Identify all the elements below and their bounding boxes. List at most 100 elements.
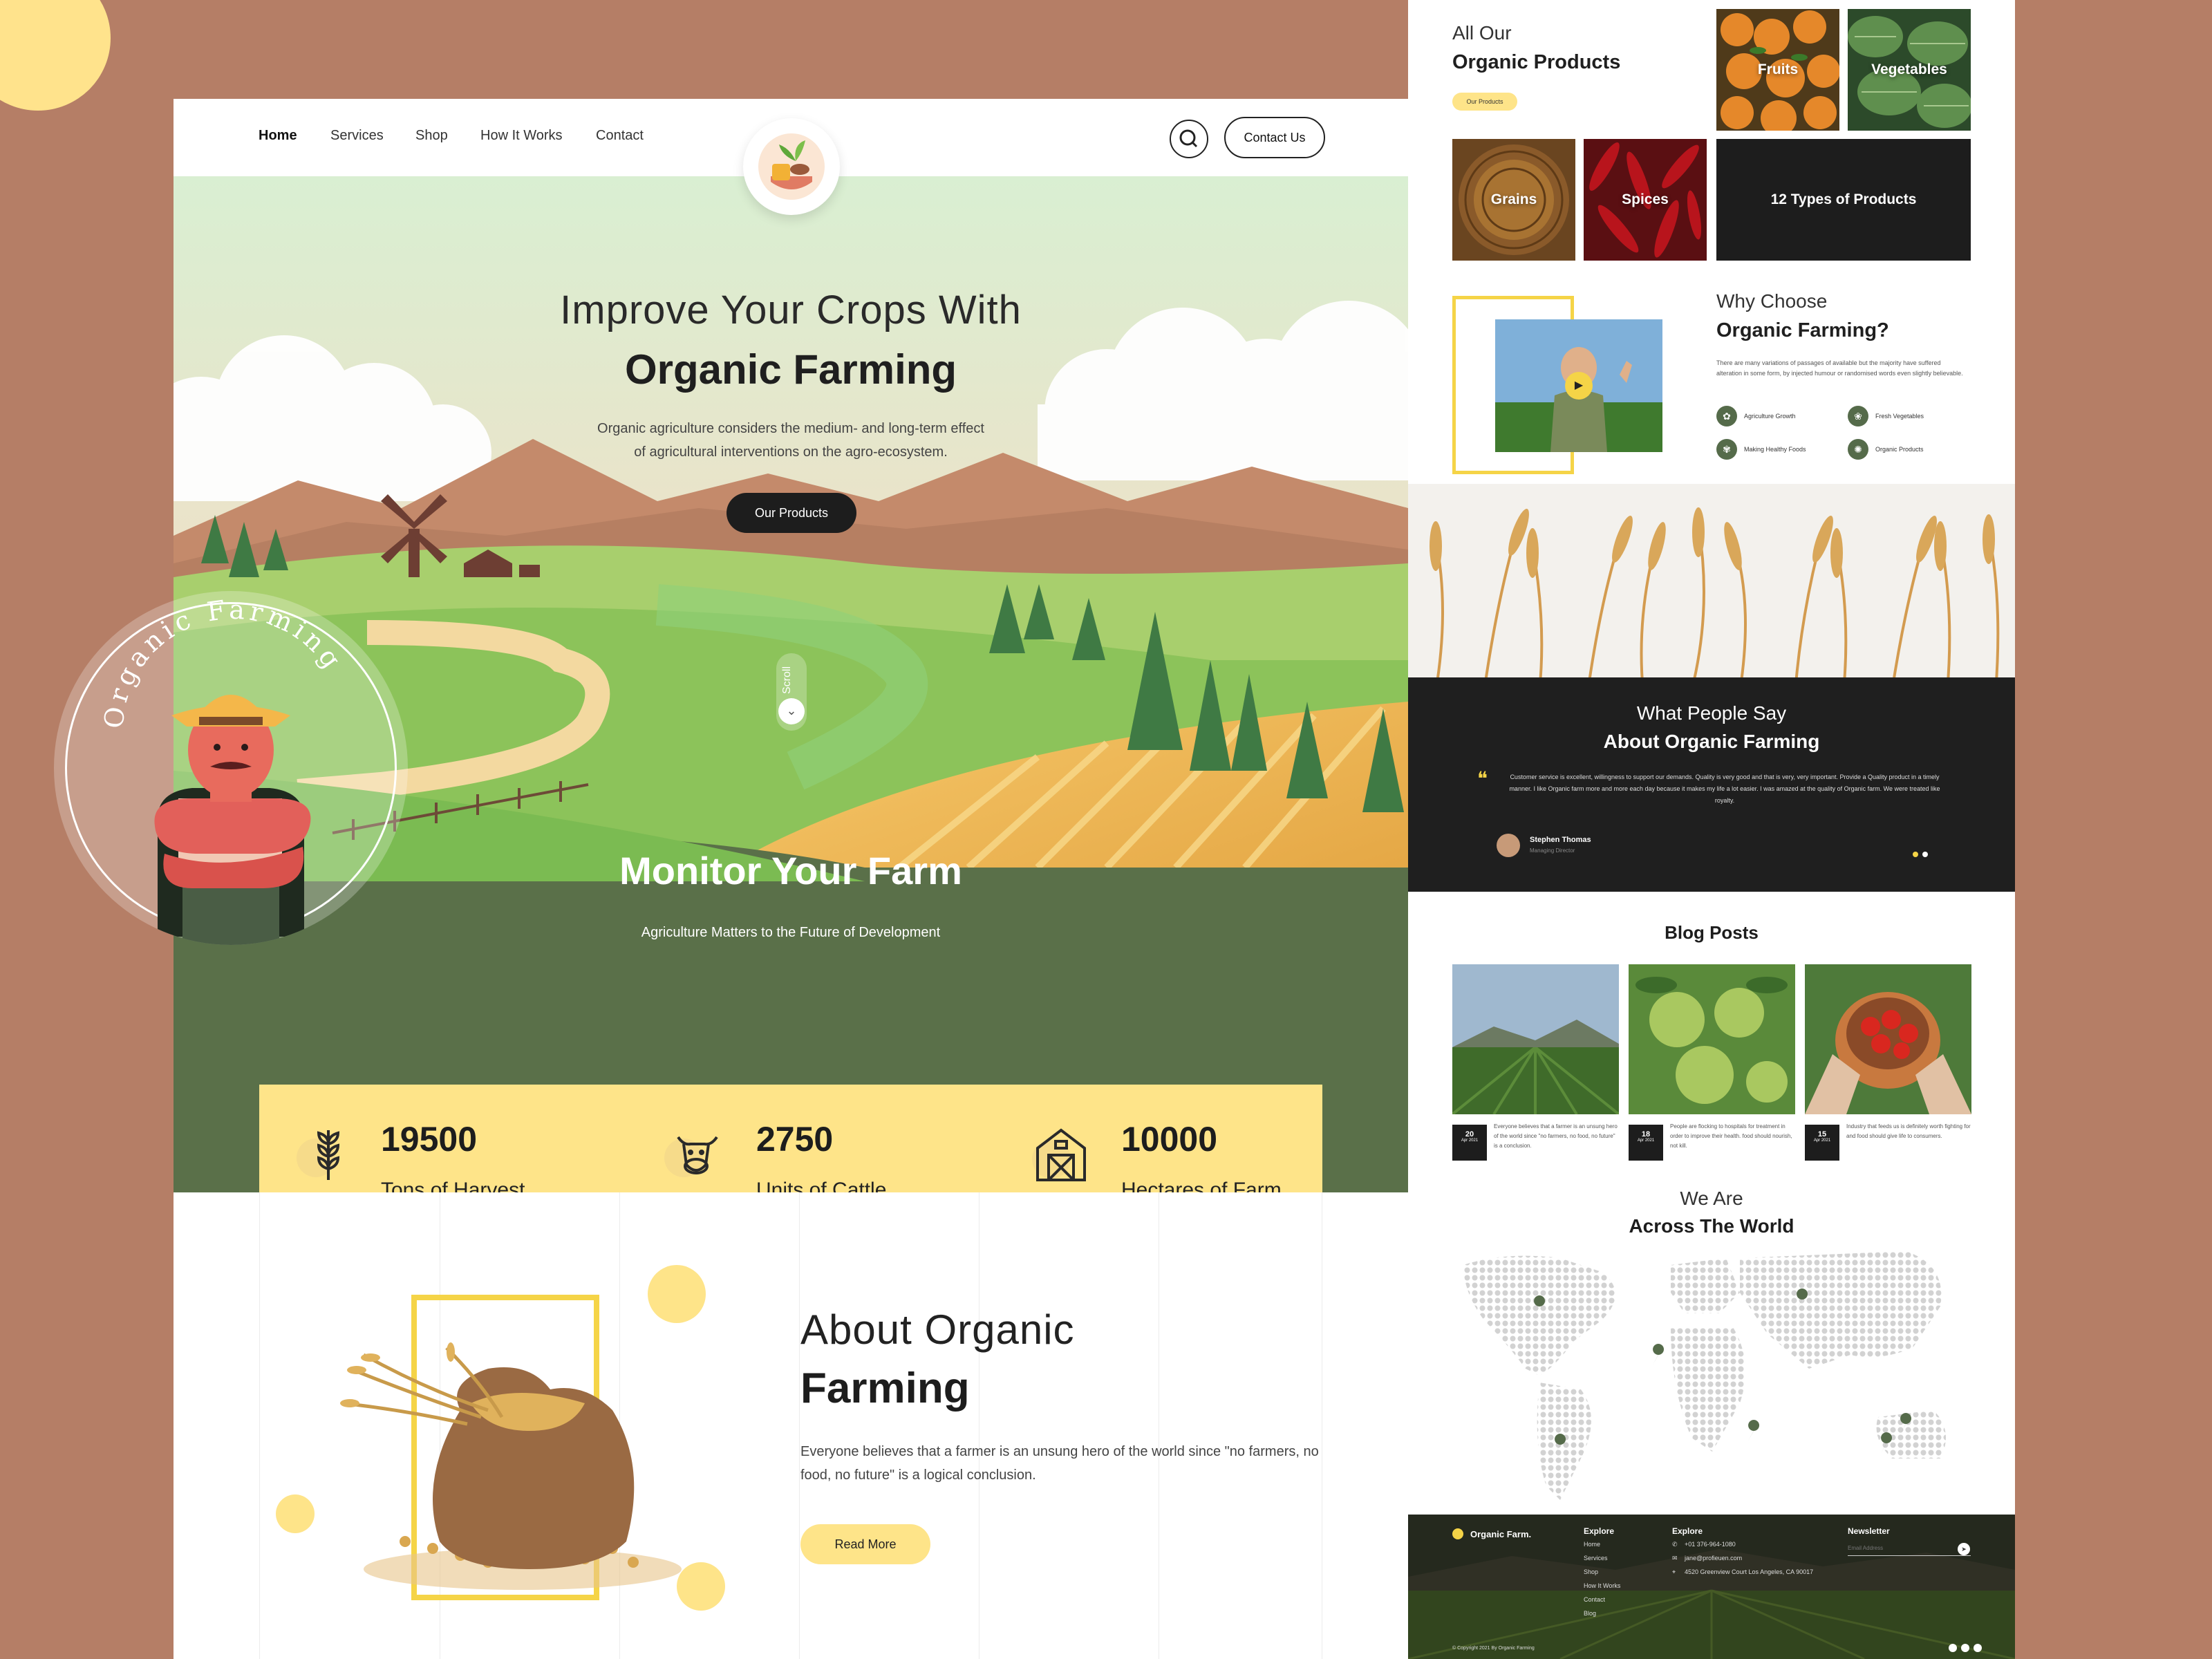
testimonial-section: What People Say About Organic Farming ❝ … bbox=[1408, 677, 2015, 892]
video-thumbnail[interactable]: ▶ bbox=[1495, 319, 1662, 452]
about-title-line2: Farming bbox=[800, 1365, 970, 1412]
chevron-down-icon[interactable]: ⌄ bbox=[778, 698, 805, 724]
contact-us-button[interactable]: Contact Us bbox=[1224, 117, 1325, 158]
stat-farm bbox=[1028, 1121, 1094, 1190]
product-label-vegetables: Vegetables bbox=[1871, 62, 1947, 77]
quote-icon: ❝ bbox=[1477, 768, 1488, 789]
footer-link-how-it-works[interactable]: How It Works bbox=[1584, 1582, 1620, 1589]
testimonial-title-line2: About Organic Farming bbox=[1603, 731, 1820, 752]
blog-image-3[interactable] bbox=[1805, 964, 1971, 1114]
stats-bar: 19500 Tons of Harvest 2750 Units of Catt… bbox=[259, 1085, 1322, 1192]
blog-title: Blog Posts bbox=[1665, 922, 1759, 943]
feature-fresh-vegetables: Fresh Vegetables bbox=[1875, 413, 1924, 420]
world-title-line1: We Are bbox=[1680, 1188, 1743, 1209]
hero-description-line2: of agricultural interventions on the agr… bbox=[634, 444, 948, 460]
product-count-tile[interactable]: 12 Types of Products bbox=[1716, 139, 1971, 261]
hero-description-line1: Organic agriculture considers the medium… bbox=[597, 421, 984, 436]
our-products-pill[interactable]: Our Products bbox=[1452, 93, 1517, 111]
nav-contact[interactable]: Contact bbox=[596, 128, 644, 144]
products-title-line2: Organic Products bbox=[1452, 51, 1621, 73]
blog-day-1: 20 bbox=[1465, 1130, 1474, 1138]
growth-icon: ✿ bbox=[1716, 406, 1737, 427]
hero-title-line2: Organic Farming bbox=[624, 346, 957, 393]
site-logo[interactable] bbox=[743, 118, 840, 215]
nav-shop[interactable]: Shop bbox=[415, 128, 448, 144]
testimonial-title-line1: What People Say bbox=[1636, 702, 1787, 724]
feature-agriculture-growth: Agriculture Growth bbox=[1744, 413, 1796, 420]
product-label-grains: Grains bbox=[1490, 191, 1537, 207]
footer-link-services[interactable]: Services bbox=[1584, 1555, 1608, 1562]
nav-home[interactable]: Home bbox=[259, 128, 297, 144]
product-tile-spices[interactable]: Spices bbox=[1584, 139, 1707, 261]
stat-harvest-label: Tons of Harvest bbox=[381, 1179, 525, 1192]
stat-cattle-label: Units of Cattle bbox=[756, 1179, 887, 1192]
nav-services[interactable]: Services bbox=[330, 128, 384, 144]
send-icon[interactable]: ➤ bbox=[1958, 1543, 1970, 1555]
footer-phone[interactable]: +01 376-964-1080 bbox=[1685, 1541, 1736, 1548]
footer-email[interactable]: jane@profieuen.com bbox=[1685, 1555, 1742, 1562]
product-label-fruits: Fruits bbox=[1757, 62, 1799, 77]
facebook-icon[interactable] bbox=[1949, 1644, 1957, 1652]
footer-link-blog[interactable]: Blog bbox=[1584, 1610, 1596, 1617]
testimonial-author: Stephen Thomas bbox=[1530, 836, 1591, 844]
location-icon: ⌖ bbox=[1672, 1568, 1676, 1575]
search-button[interactable] bbox=[1170, 120, 1208, 158]
world-map bbox=[1463, 1251, 1946, 1500]
feature-organic-products: Organic Products bbox=[1875, 446, 1924, 453]
field-photo bbox=[1452, 964, 1619, 1114]
about-section: About Organic Farming Everyone believes … bbox=[174, 1192, 1408, 1659]
footer-newsletter-heading: Newsletter bbox=[1848, 1526, 1890, 1536]
wheat-icon bbox=[297, 1130, 340, 1180]
play-icon[interactable]: ▶ bbox=[1565, 372, 1593, 400]
footer-link-contact[interactable]: Contact bbox=[1584, 1596, 1605, 1603]
instagram-icon[interactable] bbox=[1974, 1644, 1982, 1652]
stat-harvest bbox=[292, 1121, 359, 1190]
divider bbox=[979, 1192, 980, 1659]
wheat-banner-image bbox=[1408, 484, 2015, 691]
blog-date-1: 20 Apr 2021 bbox=[1452, 1125, 1487, 1161]
footer-brand[interactable]: Organic Farm. bbox=[1470, 1529, 1531, 1539]
newsletter-email-input[interactable] bbox=[1848, 1541, 1971, 1556]
scroll-label: Scroll bbox=[781, 666, 794, 695]
slider-dot[interactable] bbox=[1922, 852, 1928, 857]
footer-link-shop[interactable]: Shop bbox=[1584, 1568, 1598, 1575]
why-description: There are many variations of passages of… bbox=[1716, 359, 1963, 377]
vegetable-icon: ❀ bbox=[1848, 406, 1868, 427]
why-title-line1: Why Choose bbox=[1716, 290, 1828, 312]
apples-photo bbox=[1629, 964, 1795, 1114]
secondary-page: All Our Organic Products Our Products Fr… bbox=[1408, 0, 2015, 1659]
footer-link-home[interactable]: Home bbox=[1584, 1541, 1600, 1548]
blog-image-2[interactable] bbox=[1629, 964, 1795, 1114]
divider bbox=[799, 1192, 800, 1659]
product-tile-fruits[interactable]: Fruits bbox=[1716, 9, 1839, 131]
tomatoes-photo bbox=[1805, 964, 1971, 1114]
nav-how-it-works[interactable]: How It Works bbox=[480, 128, 563, 144]
twitter-icon[interactable] bbox=[1961, 1644, 1969, 1652]
blog-date-2: 18 Apr 2021 bbox=[1629, 1125, 1663, 1161]
product-tile-grains[interactable]: Grains bbox=[1452, 139, 1575, 261]
product-tile-vegetables[interactable]: Vegetables bbox=[1848, 9, 1971, 131]
farmer-avatar: Organic Farming bbox=[98, 594, 345, 945]
footer-logo-icon bbox=[1452, 1528, 1463, 1539]
decor-dot bbox=[276, 1494, 315, 1533]
email-icon: ✉ bbox=[1672, 1555, 1678, 1562]
stat-farm-value: 10000 bbox=[1121, 1120, 1218, 1159]
stat-cattle-value: 2750 bbox=[756, 1120, 834, 1159]
blog-month-2: Apr 2021 bbox=[1637, 1138, 1655, 1143]
why-title-line2: Organic Farming? bbox=[1716, 319, 1889, 341]
product-count-label: 12 Types of Products bbox=[1770, 191, 1917, 207]
blog-excerpt-3: Industry that feeds us is definitely wor… bbox=[1846, 1123, 1971, 1139]
food-icon: ✾ bbox=[1716, 439, 1737, 460]
logo-icon bbox=[758, 133, 825, 200]
blog-month-1: Apr 2021 bbox=[1461, 1138, 1479, 1143]
blog-image-1[interactable] bbox=[1452, 964, 1619, 1114]
phone-icon: ✆ bbox=[1672, 1541, 1678, 1548]
divider bbox=[259, 1192, 260, 1659]
about-title-line1: About Organic bbox=[800, 1306, 1075, 1353]
read-more-button[interactable]: Read More bbox=[800, 1524, 930, 1564]
slider-dot-active[interactable] bbox=[1913, 852, 1918, 857]
footer-copyright: © Copyright 2021 By Organic Farming bbox=[1452, 1646, 1535, 1651]
our-products-button[interactable]: Our Products bbox=[727, 493, 856, 533]
footer: Organic Farm. Explore Home Services Shop… bbox=[1408, 1515, 2015, 1659]
blog-excerpt-2: People are flocking to hospitals for tre… bbox=[1670, 1123, 1792, 1149]
